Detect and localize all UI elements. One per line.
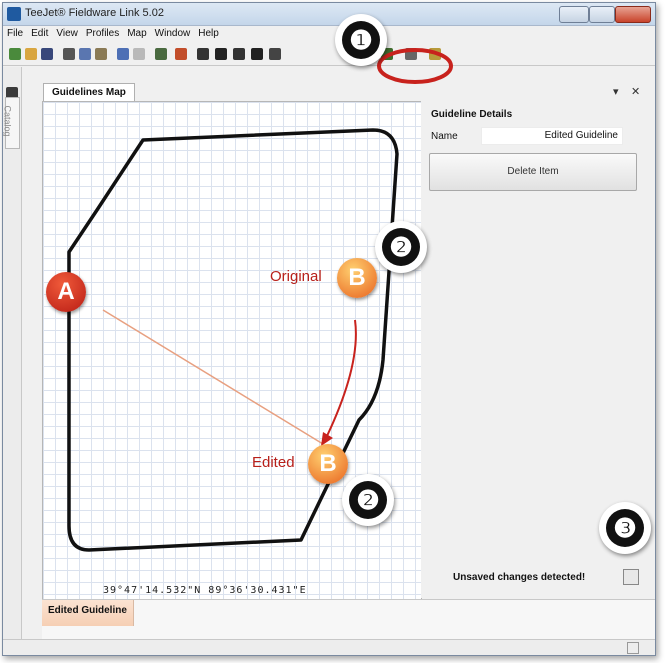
status-indicator-icon bbox=[627, 642, 639, 654]
map-canvas[interactable]: 39°47'14.532"N 89°36'30.431"E bbox=[42, 101, 422, 600]
menu-view[interactable]: View bbox=[52, 26, 82, 39]
catalog-tab[interactable]: Catalog bbox=[2, 97, 20, 149]
edited-guideline-tab[interactable]: Edited Guideline bbox=[42, 600, 134, 626]
name-field[interactable]: Edited Guideline bbox=[481, 127, 623, 145]
unsaved-changes-text: Unsaved changes detected! bbox=[453, 572, 586, 583]
menu-help[interactable]: Help bbox=[194, 26, 223, 39]
edit-guideline-icon[interactable] bbox=[405, 48, 417, 60]
name-label: Name bbox=[431, 131, 458, 142]
edit-arrow bbox=[326, 319, 357, 437]
user-icon[interactable] bbox=[215, 48, 227, 60]
guideline-details-panel: Guideline Details Name Edited Guideline … bbox=[421, 101, 655, 598]
menu-file[interactable]: File bbox=[3, 26, 27, 39]
guideline-line bbox=[102, 309, 324, 445]
redo-icon[interactable] bbox=[133, 48, 145, 60]
menu-edit[interactable]: Edit bbox=[27, 26, 52, 39]
pencil-icon[interactable] bbox=[429, 48, 441, 60]
sync-icon[interactable] bbox=[175, 48, 187, 60]
maximize-button[interactable] bbox=[589, 6, 615, 23]
menu-bar: File Edit View Profiles Map Window Help bbox=[3, 26, 655, 44]
catalog-label: Catalog bbox=[2, 105, 13, 137]
save-icon[interactable] bbox=[41, 48, 53, 60]
copy-icon[interactable] bbox=[79, 48, 91, 60]
bottom-panel: Edited Guideline bbox=[42, 599, 655, 640]
app-window: TeeJet® Fieldware Link 5.02 File Edit View… bbox=[2, 2, 656, 656]
document-tabs: Guidelines Map ▾ ✕ bbox=[23, 83, 655, 101]
app-logo-icon bbox=[7, 7, 21, 21]
save-changes-icon[interactable] bbox=[623, 569, 639, 585]
status-bar bbox=[3, 639, 655, 655]
field-map-svg bbox=[67, 128, 399, 552]
menu-profiles[interactable]: Profiles bbox=[82, 26, 123, 39]
map-icon[interactable] bbox=[269, 48, 281, 60]
map-coordinates: 39°47'14.532"N 89°36'30.431"E bbox=[103, 585, 307, 596]
details-title: Guideline Details bbox=[431, 109, 513, 120]
side-panel-strip: Catalog bbox=[3, 67, 22, 652]
minimize-button[interactable] bbox=[559, 6, 589, 23]
guideline-tool-icon[interactable] bbox=[381, 48, 393, 60]
import-icon[interactable] bbox=[155, 48, 167, 60]
menu-map[interactable]: Map bbox=[123, 26, 150, 39]
undo-icon[interactable] bbox=[117, 48, 129, 60]
close-tab-icon[interactable]: ✕ bbox=[631, 85, 640, 98]
cut-icon[interactable] bbox=[63, 48, 75, 60]
delete-item-button[interactable]: Delete Item bbox=[429, 153, 637, 191]
new-icon[interactable] bbox=[9, 48, 21, 60]
field-icon[interactable] bbox=[251, 48, 263, 60]
tab-guidelines-map[interactable]: Guidelines Map bbox=[43, 83, 135, 101]
tab-menu-icon[interactable]: ▾ bbox=[613, 85, 619, 98]
field-boundary bbox=[67, 128, 399, 552]
window-title: TeeJet® Fieldware Link 5.02 bbox=[25, 7, 164, 19]
toolbar bbox=[3, 45, 655, 66]
open-icon[interactable] bbox=[25, 48, 37, 60]
close-window-button[interactable] bbox=[615, 6, 651, 23]
vehicle-icon[interactable] bbox=[197, 48, 209, 60]
paste-icon[interactable] bbox=[95, 48, 107, 60]
chart-icon[interactable] bbox=[233, 48, 245, 60]
menu-window[interactable]: Window bbox=[151, 26, 195, 39]
title-bar: TeeJet® Fieldware Link 5.02 bbox=[3, 3, 655, 26]
